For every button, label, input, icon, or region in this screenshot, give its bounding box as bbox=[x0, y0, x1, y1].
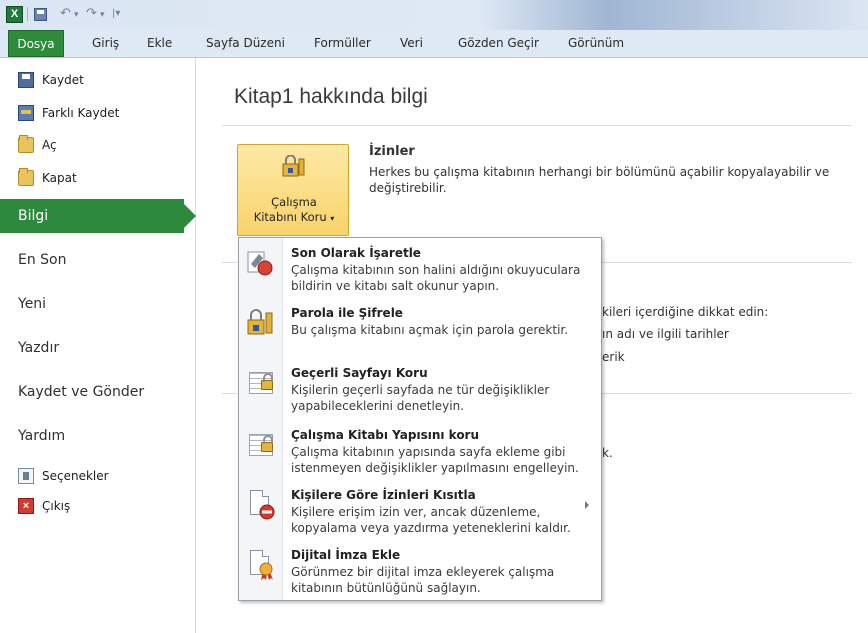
nav-save-label: Kaydet bbox=[42, 73, 84, 87]
protect-workbook-menu: Son Olarak İşaretle Çalışma kitabının so… bbox=[238, 237, 602, 601]
redo-icon[interactable]: ↷ bbox=[86, 6, 97, 21]
menu-item-title: Dijital İmza Ekle bbox=[291, 548, 401, 562]
menu-item-title: Son Olarak İşaretle bbox=[291, 246, 421, 260]
tab-home[interactable]: Giriş bbox=[92, 30, 119, 57]
nav-close-label: Kapat bbox=[42, 171, 77, 185]
menu-item-title: Parola ile Şifrele bbox=[291, 306, 403, 320]
nav-close[interactable]: Kapat bbox=[18, 168, 77, 188]
menu-item-protect-structure[interactable]: Çalışma Kitabı Yapısını koru Çalışma kit… bbox=[239, 428, 601, 480]
protect-workbook-button[interactable]: Çalışma Kitabını Koru ▾ bbox=[237, 144, 349, 236]
tab-file[interactable]: Dosya bbox=[8, 30, 64, 57]
menu-item-encrypt[interactable]: Parola ile Şifrele Bu çalışma kitabını a… bbox=[239, 306, 601, 350]
protect-workbook-icon bbox=[282, 155, 305, 177]
protect-button-line1: Çalışma bbox=[271, 195, 317, 209]
protect-button-label: Kitabını Koru bbox=[253, 210, 327, 224]
protect-structure-icon bbox=[245, 430, 275, 460]
menu-item-restrict-permission[interactable]: Kişilere Göre İzinleri Kısıtla Kişilere … bbox=[239, 488, 601, 540]
customize-quick-access-icon[interactable]: |▾ bbox=[112, 8, 120, 19]
ribbon-tabs: Dosya Giriş Ekle Sayfa Düzeni Formüller … bbox=[0, 30, 868, 58]
tab-formulas[interactable]: Formüller bbox=[314, 30, 371, 57]
undo-dropdown-icon[interactable]: ▾ bbox=[74, 10, 79, 20]
nav-options[interactable]: Seçenekler bbox=[18, 466, 109, 486]
quick-access-separator bbox=[27, 7, 28, 21]
nav-info[interactable]: Bilgi bbox=[0, 199, 196, 233]
menu-item-description: Kişilere erişim izin ver, ancak düzenlem… bbox=[291, 505, 571, 535]
partial-text-3: erik bbox=[602, 350, 625, 364]
digital-signature-icon bbox=[245, 550, 275, 580]
redo-dropdown-icon[interactable]: ▾ bbox=[100, 10, 105, 20]
submenu-arrow-icon bbox=[585, 501, 589, 509]
nav-open[interactable]: Aç bbox=[18, 135, 57, 155]
partial-text-1: kileri içerdiğine dikkat edin: bbox=[602, 305, 769, 319]
padlock-icon bbox=[261, 373, 273, 390]
nav-exit-label: Çıkış bbox=[42, 499, 71, 513]
menu-item-title: Geçerli Sayfayı Koru bbox=[291, 366, 428, 380]
undo-icon[interactable]: ↶ bbox=[60, 6, 71, 21]
partial-text-2: ın adı ve ilgili tarihler bbox=[602, 327, 729, 341]
protect-button-line2: Kitabını Koru ▾ bbox=[238, 210, 350, 224]
menu-item-description: Görünmez bir dijital imza ekleyerek çalı… bbox=[291, 565, 555, 595]
backstage-nav: Kaydet Farklı Kaydet Aç Kapat Bilgi En S… bbox=[0, 58, 196, 633]
tab-data[interactable]: Veri bbox=[400, 30, 423, 57]
save-icon bbox=[18, 72, 34, 88]
nav-save-as[interactable]: Farklı Kaydet bbox=[18, 103, 119, 123]
menu-item-title: Çalışma Kitabı Yapısını koru bbox=[291, 428, 480, 442]
no-entry-icon bbox=[259, 504, 275, 520]
menu-item-title: Kişilere Göre İzinleri Kısıtla bbox=[291, 488, 476, 502]
options-icon bbox=[18, 468, 34, 484]
open-folder-icon bbox=[18, 135, 34, 153]
menu-item-mark-final[interactable]: Son Olarak İşaretle Çalışma kitabının so… bbox=[239, 246, 601, 298]
restrict-permission-icon bbox=[245, 490, 275, 520]
nav-help[interactable]: Yardım bbox=[0, 419, 196, 453]
tab-page-layout[interactable]: Sayfa Düzeni bbox=[206, 30, 285, 57]
permissions-description: Herkes bu çalışma kitabının herhangi bir… bbox=[369, 165, 830, 195]
tab-insert[interactable]: Ekle bbox=[147, 30, 172, 57]
title-bar: X ↶ ▾ ↷ ▾ |▾ bbox=[0, 0, 868, 30]
close-folder-icon bbox=[18, 168, 34, 186]
menu-item-description: Bu çalışma kitabını açmak için parola ge… bbox=[291, 323, 569, 337]
nav-save-send[interactable]: Kaydet ve Gönder bbox=[0, 375, 196, 409]
menu-item-description: Kişilerin geçerli sayfada ne tür değişik… bbox=[291, 383, 550, 413]
menu-item-protect-sheet[interactable]: Geçerli Sayfayı Koru Kişilerin geçerli s… bbox=[239, 366, 601, 418]
permissions-title: İzinler bbox=[369, 144, 415, 159]
save-as-icon bbox=[18, 105, 34, 121]
nav-print[interactable]: Yazdır bbox=[0, 331, 196, 365]
title-divider bbox=[222, 125, 852, 126]
protect-sheet-icon bbox=[245, 368, 275, 398]
partial-text-4: k. bbox=[602, 446, 613, 460]
tab-view[interactable]: Görünüm bbox=[568, 30, 624, 57]
nav-new[interactable]: Yeni bbox=[0, 287, 196, 321]
nav-save-as-label: Farklı Kaydet bbox=[42, 106, 120, 120]
menu-item-digital-signature[interactable]: Dijital İmza Ekle Görünmez bir dijital i… bbox=[239, 548, 601, 600]
nav-options-label: Seçenekler bbox=[42, 469, 109, 483]
ribbon-seal-icon bbox=[259, 562, 273, 580]
exit-icon: × bbox=[18, 498, 34, 514]
encrypt-password-icon bbox=[247, 309, 273, 335]
mark-final-icon bbox=[247, 251, 273, 276]
dropdown-arrow-icon: ▾ bbox=[330, 214, 335, 223]
page-title: Kitap1 hakkında bilgi bbox=[234, 85, 428, 108]
nav-save[interactable]: Kaydet bbox=[18, 70, 84, 90]
nav-exit[interactable]: × Çıkış bbox=[18, 496, 70, 516]
nav-open-label: Aç bbox=[42, 138, 57, 152]
tab-review[interactable]: Gözden Geçir bbox=[458, 30, 539, 57]
menu-item-description: Çalışma kitabının son halini aldığını ok… bbox=[291, 263, 581, 293]
quick-save-icon[interactable] bbox=[34, 8, 47, 21]
excel-logo-icon[interactable]: X bbox=[6, 6, 23, 23]
nav-recent[interactable]: En Son bbox=[0, 243, 196, 277]
menu-item-description: Çalışma kitabının yapısında sayfa ekleme… bbox=[291, 445, 579, 475]
padlock-icon bbox=[261, 435, 273, 452]
